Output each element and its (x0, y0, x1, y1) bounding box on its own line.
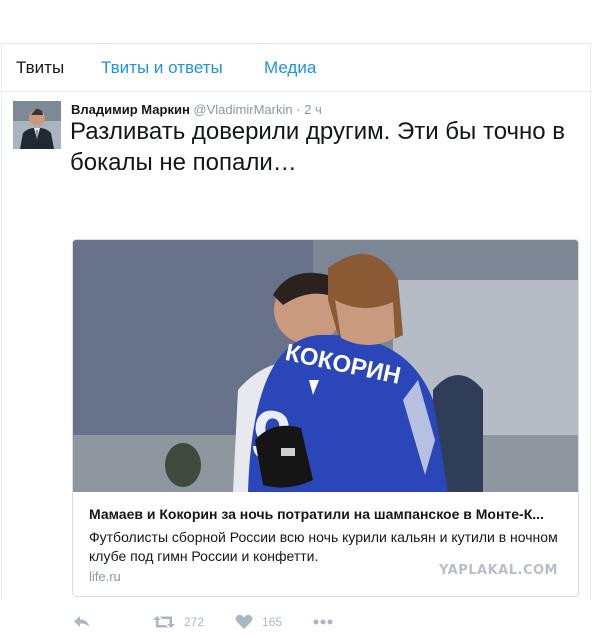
avatar[interactable] (13, 101, 61, 149)
tab-tweets-and-replies[interactable]: Твиты и ответы (101, 58, 223, 78)
tab-tweets[interactable]: Твиты (16, 58, 64, 78)
like-count: 165 (262, 615, 283, 629)
retweet-button[interactable]: 272 (153, 610, 204, 634)
tab-media[interactable]: Медиа (264, 58, 316, 78)
card-domain[interactable]: life.ru (89, 569, 121, 584)
reply-icon (74, 616, 89, 627)
avatar-photo (13, 101, 61, 149)
link-card[interactable]: КОКОРИН 9 Мамаев и Кокорин за ночь потра… (72, 239, 579, 597)
tweet-timestamp[interactable]: 2 ч (304, 102, 322, 117)
meta-separator: · (296, 102, 301, 117)
more-button[interactable] (313, 610, 333, 634)
more-dots-icon (313, 619, 333, 625)
tweet-text: Разливать доверили другим. Эти бы точно … (70, 118, 566, 176)
author-name[interactable]: Владимир Маркин (71, 102, 190, 117)
tweet-author: Владимир Маркин @VladimirMarkin · 2 ч (71, 102, 322, 117)
author-handle[interactable]: @VladimirMarkin (193, 102, 292, 117)
card-title[interactable]: Мамаев и Кокорин за ночь потратили на ша… (89, 506, 569, 522)
retweet-count: 272 (184, 615, 205, 629)
card-photo: КОКОРИН 9 (73, 240, 578, 492)
card-description: Футболисты сборной России всю ночь курил… (89, 529, 558, 564)
retweet-icon (153, 616, 175, 628)
profile-timeline: Твиты Твиты и ответы Медиа Владимир Марк… (1, 43, 591, 629)
watermark: YAPLAKAL.COM (439, 563, 558, 578)
like-button[interactable]: 165 (235, 610, 282, 634)
heart-icon (235, 614, 253, 629)
reply-button[interactable] (73, 610, 91, 634)
tweet-actions: 272 165 (2, 610, 590, 634)
profile-tabs: Твиты Твиты и ответы Медиа (2, 44, 590, 92)
